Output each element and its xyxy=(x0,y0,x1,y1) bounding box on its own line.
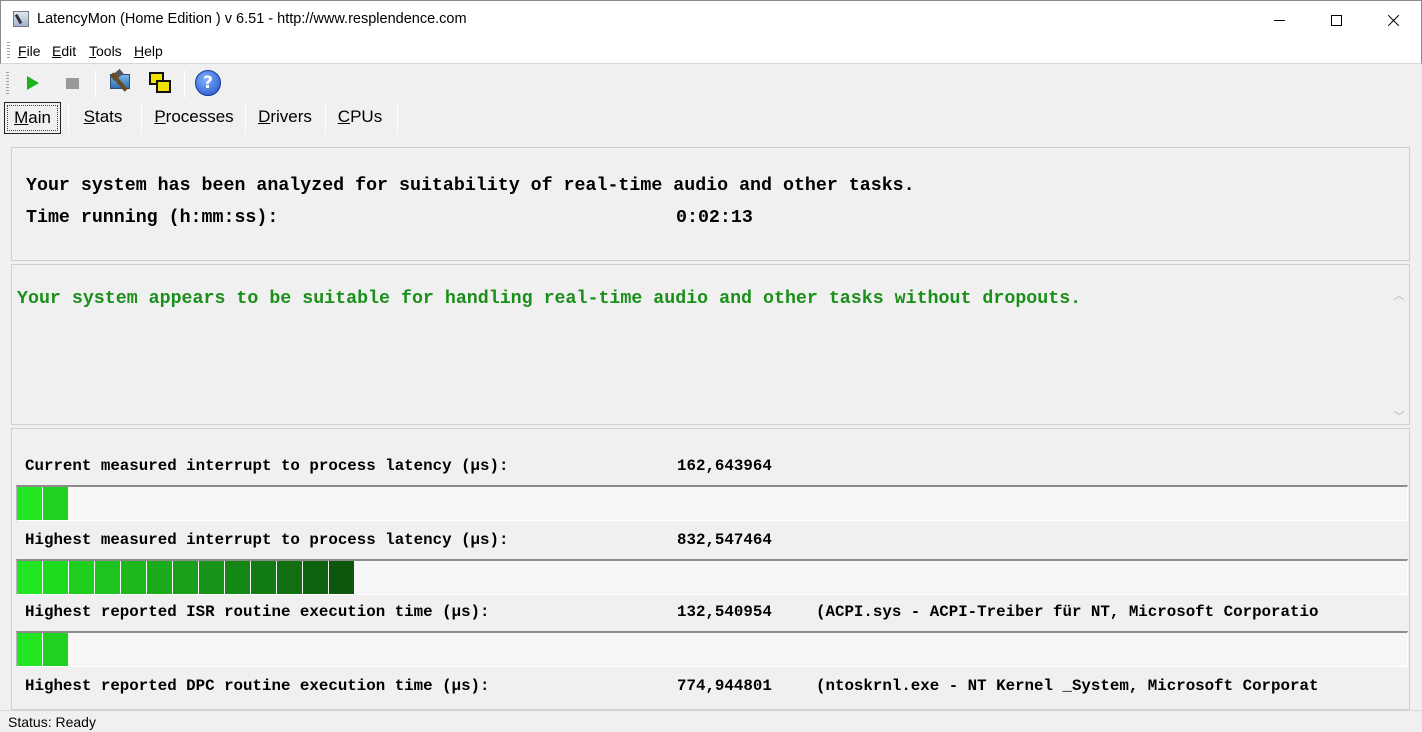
metric-value-dpc-time: 774,944801 xyxy=(677,677,772,695)
menu-bar: File Edit Tools Help xyxy=(0,38,1422,64)
tab-separator xyxy=(325,104,326,134)
tab-drivers[interactable]: Drivers xyxy=(252,102,318,134)
meter-current-latency xyxy=(16,485,1408,521)
meter-highest-latency xyxy=(16,559,1408,595)
meter-segment xyxy=(17,561,42,594)
meter-segment xyxy=(199,561,224,594)
toolbar-grip-icon xyxy=(6,72,9,94)
menu-file[interactable]: File xyxy=(18,43,41,59)
meter-fill xyxy=(17,561,355,594)
meter-segment xyxy=(17,487,42,520)
status-text: Status: Ready xyxy=(8,714,96,730)
meter-segment xyxy=(69,561,94,594)
stop-button[interactable] xyxy=(58,69,86,97)
meter-segment xyxy=(43,487,68,520)
windows-icon xyxy=(148,71,172,95)
tab-bar: Main Stats Processes Drivers CPUs xyxy=(0,102,1422,136)
minimize-button[interactable] xyxy=(1251,1,1308,39)
close-icon xyxy=(1387,14,1400,27)
meter-fill xyxy=(17,633,69,666)
meter-segment xyxy=(225,561,250,594)
help-icon: ? xyxy=(195,70,221,96)
menu-edit[interactable]: Edit xyxy=(52,43,76,59)
metric-detail-isr-driver: (ACPI.sys - ACPI-Treiber für NT, Microso… xyxy=(816,603,1319,621)
tools-icon xyxy=(108,68,132,95)
status-bar: Status: Ready xyxy=(0,710,1422,732)
metrics-panel: Current measured interrupt to process la… xyxy=(11,428,1410,710)
tab-separator xyxy=(68,104,69,134)
time-running-value: 0:02:13 xyxy=(676,208,753,228)
analyzed-text: Your system has been analyzed for suitab… xyxy=(26,176,915,196)
meter-segment xyxy=(251,561,276,594)
menu-tools[interactable]: Tools xyxy=(89,43,122,59)
tab-separator xyxy=(141,104,142,134)
metric-label-current-latency: Current measured interrupt to process la… xyxy=(25,457,509,475)
meter-segment xyxy=(173,561,198,594)
toolbar-separator xyxy=(95,70,96,98)
minimize-icon xyxy=(1274,19,1285,21)
verdict-panel: Your system appears to be suitable for h… xyxy=(11,264,1410,425)
meter-segment xyxy=(303,561,328,594)
metric-label-highest-latency: Highest measured interrupt to process la… xyxy=(25,531,509,549)
meter-isr-time xyxy=(16,631,1408,667)
scroll-down-icon[interactable]: ﹀ xyxy=(1393,412,1405,423)
menu-help[interactable]: Help xyxy=(134,43,163,59)
time-running-label: Time running (h:mm:ss): xyxy=(26,208,279,228)
scroll-up-icon[interactable]: ︿ xyxy=(1393,291,1405,302)
tab-separator xyxy=(245,104,246,134)
metric-label-dpc-time: Highest reported DPC routine execution t… xyxy=(25,677,490,695)
help-button[interactable]: ? xyxy=(194,69,222,97)
tab-main[interactable]: Main xyxy=(4,102,61,134)
meter-segment xyxy=(43,561,68,594)
meter-segment xyxy=(277,561,302,594)
tab-separator xyxy=(397,104,398,134)
meter-fill xyxy=(17,487,69,520)
tab-processes[interactable]: Processes xyxy=(150,102,238,134)
meter-segment xyxy=(95,561,120,594)
meter-segment xyxy=(17,633,42,666)
summary-panel: Your system has been analyzed for suitab… xyxy=(11,147,1410,261)
tools-button[interactable] xyxy=(106,68,134,97)
metric-value-isr-time: 132,540954 xyxy=(677,603,772,621)
toolbar-separator xyxy=(184,70,185,98)
meter-segment xyxy=(329,561,354,594)
metric-value-highest-latency: 832,547464 xyxy=(677,531,772,549)
meter-segment xyxy=(43,633,68,666)
meter-segment xyxy=(121,561,146,594)
meter-segment xyxy=(147,561,172,594)
app-icon xyxy=(13,11,29,27)
metric-detail-dpc-driver: (ntoskrnl.exe - NT Kernel _System, Micro… xyxy=(816,677,1319,695)
verdict-scrollbar[interactable]: ︿ ﹀ xyxy=(1389,287,1409,424)
close-button[interactable] xyxy=(1365,1,1422,39)
play-icon xyxy=(27,76,39,90)
windows-button[interactable] xyxy=(146,69,174,97)
menu-grip-icon xyxy=(7,42,10,60)
maximize-button[interactable] xyxy=(1308,1,1365,39)
title-bar: LatencyMon (Home Edition ) v 6.51 - http… xyxy=(0,0,1422,38)
start-button[interactable] xyxy=(19,69,47,97)
toolbar: ? xyxy=(0,64,1422,102)
window-title: LatencyMon (Home Edition ) v 6.51 - http… xyxy=(37,11,467,27)
verdict-text: Your system appears to be suitable for h… xyxy=(17,289,1082,309)
tab-stats[interactable]: Stats xyxy=(76,102,130,134)
maximize-icon xyxy=(1331,14,1342,26)
tab-cpus[interactable]: CPUs xyxy=(333,102,387,134)
metric-label-isr-time: Highest reported ISR routine execution t… xyxy=(25,603,490,621)
stop-icon xyxy=(65,77,79,89)
metric-value-current-latency: 162,643964 xyxy=(677,457,772,475)
